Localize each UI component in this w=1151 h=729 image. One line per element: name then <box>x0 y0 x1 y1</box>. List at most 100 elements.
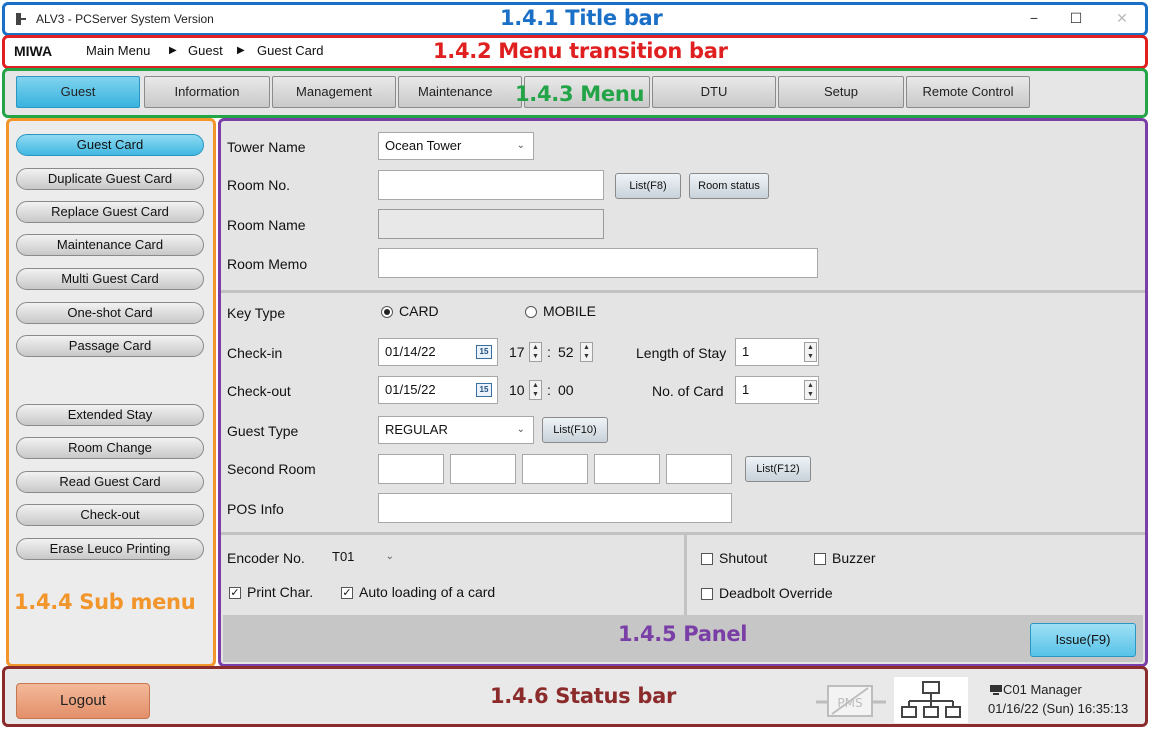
panel-annotation: 1.4.5 Panel <box>618 622 748 646</box>
tower-name-value: Ocean Tower <box>385 138 462 153</box>
print-char-label: Print Char. <box>247 584 314 600</box>
submenu-duplicate-guest-card[interactable]: Duplicate Guest Card <box>16 168 204 190</box>
shutout-checkbox[interactable] <box>701 553 713 565</box>
room-status-button[interactable]: Room status <box>689 173 769 199</box>
menu-annotation: 1.4.3 Menu <box>515 82 645 106</box>
second-room-input-3[interactable] <box>522 454 588 484</box>
title-bar-annotation: 1.4.1 Title bar <box>500 6 663 30</box>
tab-dtu[interactable]: DTU <box>652 76 776 108</box>
breadcrumb-item-main-menu[interactable]: Main Menu <box>86 43 150 58</box>
key-type-card-label: CARD <box>399 303 439 319</box>
tab-remote-control[interactable]: Remote Control <box>906 76 1030 108</box>
panel: Tower Name Ocean Tower ⌄ Room No. List(F… <box>220 120 1146 665</box>
room-name-label: Room Name <box>227 217 306 233</box>
tab-guest[interactable]: Guest <box>16 76 140 108</box>
submenu-multi-guest-card[interactable]: Multi Guest Card <box>16 268 204 290</box>
auto-loading-label: Auto loading of a card <box>359 584 496 600</box>
time-colon: : <box>547 344 551 360</box>
encoder-no-select[interactable]: T01 ⌄ <box>325 543 403 571</box>
check-out-date: 01/15/22 <box>385 382 436 397</box>
no-of-card-label: No. of Card <box>652 383 724 399</box>
submenu-replace-guest-card[interactable]: Replace Guest Card <box>16 201 204 223</box>
length-of-stay-value: 1 <box>742 344 750 359</box>
print-char-checkbox[interactable]: ✓ <box>229 587 241 599</box>
app-icon <box>16 13 26 25</box>
check-out-label: Check-out <box>227 383 291 399</box>
guest-type-value: REGULAR <box>385 422 448 437</box>
room-memo-label: Room Memo <box>227 256 308 272</box>
check-in-minute: 52 <box>558 344 574 360</box>
room-memo-input[interactable] <box>378 248 818 278</box>
submenu-read-guest-card[interactable]: Read Guest Card <box>16 471 204 493</box>
section-divider <box>220 290 1146 293</box>
key-type-mobile-radio[interactable] <box>525 306 537 318</box>
check-in-date: 01/14/22 <box>385 344 436 359</box>
deadbolt-override-label: Deadbolt Override <box>719 585 833 601</box>
second-room-input-4[interactable] <box>594 454 660 484</box>
buzzer-checkbox[interactable] <box>814 553 826 565</box>
tab-setup[interactable]: Setup <box>778 76 904 108</box>
network-icon-box <box>894 677 968 723</box>
pos-info-input[interactable] <box>378 493 732 523</box>
submenu-room-change[interactable]: Room Change <box>16 437 204 459</box>
check-in-minute-spinner[interactable]: ▲ ▼ <box>580 342 593 362</box>
time-colon: : <box>547 382 551 398</box>
maximize-icon[interactable]: ☐ <box>1064 8 1088 28</box>
submenu-extended-stay[interactable]: Extended Stay <box>16 404 204 426</box>
transition-bar-annotation: 1.4.2 Menu transition bar <box>433 39 728 63</box>
issue-button[interactable]: Issue(F9) <box>1030 623 1136 657</box>
key-type-card-radio[interactable] <box>381 306 393 318</box>
second-room-list-button[interactable]: List(F12) <box>745 456 811 482</box>
check-in-hour-spinner[interactable]: ▲ ▼ <box>529 342 542 362</box>
tower-name-label: Tower Name <box>227 139 306 155</box>
second-room-input-1[interactable] <box>378 454 444 484</box>
second-room-label: Second Room <box>227 461 316 477</box>
second-room-input-5[interactable] <box>666 454 732 484</box>
chevron-down-icon: ⌄ <box>385 551 394 562</box>
chevron-down-icon: ⌄ <box>516 424 525 435</box>
section-divider <box>220 532 1146 535</box>
close-icon[interactable]: ✕ <box>1110 8 1134 28</box>
length-of-stay-label: Length of Stay <box>636 345 727 361</box>
check-in-hour: 17 <box>509 344 525 360</box>
chevron-down-icon: ⌄ <box>516 140 525 151</box>
room-list-button[interactable]: List(F8) <box>615 173 681 199</box>
current-datetime: 01/16/22 (Sun) 16:35:13 <box>988 701 1129 716</box>
room-no-input[interactable] <box>378 170 604 200</box>
pms-offline-icon: PMS <box>816 685 886 717</box>
submenu-maintenance-card[interactable]: Maintenance Card <box>16 234 204 256</box>
guest-type-label: Guest Type <box>227 423 299 439</box>
tower-name-select[interactable]: Ocean Tower ⌄ <box>378 132 534 160</box>
submenu-guest-card[interactable]: Guest Card <box>16 134 204 156</box>
logout-button[interactable]: Logout <box>16 683 150 719</box>
check-out-hour-spinner[interactable]: ▲ ▼ <box>529 380 542 400</box>
auto-loading-checkbox[interactable]: ✓ <box>341 587 353 599</box>
status-bar-annotation: 1.4.6 Status bar <box>490 684 676 708</box>
guest-type-list-button[interactable]: List(F10) <box>542 417 608 443</box>
terminal-icon <box>990 685 1002 695</box>
sub-menu-annotation: 1.4.4 Sub menu <box>14 590 196 614</box>
breadcrumb-item-guest[interactable]: Guest <box>188 43 223 58</box>
tab-management[interactable]: Management <box>272 76 396 108</box>
key-type-label: Key Type <box>227 305 286 321</box>
length-of-stay-spinner[interactable]: ▲ ▼ <box>804 342 817 362</box>
network-icon <box>901 681 961 718</box>
check-out-minute: 00 <box>558 382 574 398</box>
submenu-erase-leuco-printing[interactable]: Erase Leuco Printing <box>16 538 204 560</box>
shutout-label: Shutout <box>719 550 768 566</box>
submenu-one-shot-card[interactable]: One-shot Card <box>16 302 204 324</box>
second-room-input-2[interactable] <box>450 454 516 484</box>
submenu-check-out[interactable]: Check-out <box>16 504 204 526</box>
calendar-icon[interactable]: 15 <box>476 345 492 359</box>
tab-information[interactable]: Information <box>144 76 270 108</box>
guest-type-select[interactable]: REGULAR ⌄ <box>378 416 534 444</box>
minimize-icon[interactable]: − <box>1022 8 1046 28</box>
submenu-passage-card[interactable]: Passage Card <box>16 335 204 357</box>
room-name-field <box>378 209 604 239</box>
calendar-icon[interactable]: 15 <box>476 383 492 397</box>
breadcrumb-separator-icon: ▶ <box>169 45 177 56</box>
no-of-card-spinner[interactable]: ▲ ▼ <box>804 380 817 400</box>
check-in-label: Check-in <box>227 345 283 361</box>
tab-maintenance[interactable]: Maintenance <box>398 76 522 108</box>
deadbolt-override-checkbox[interactable] <box>701 588 713 600</box>
